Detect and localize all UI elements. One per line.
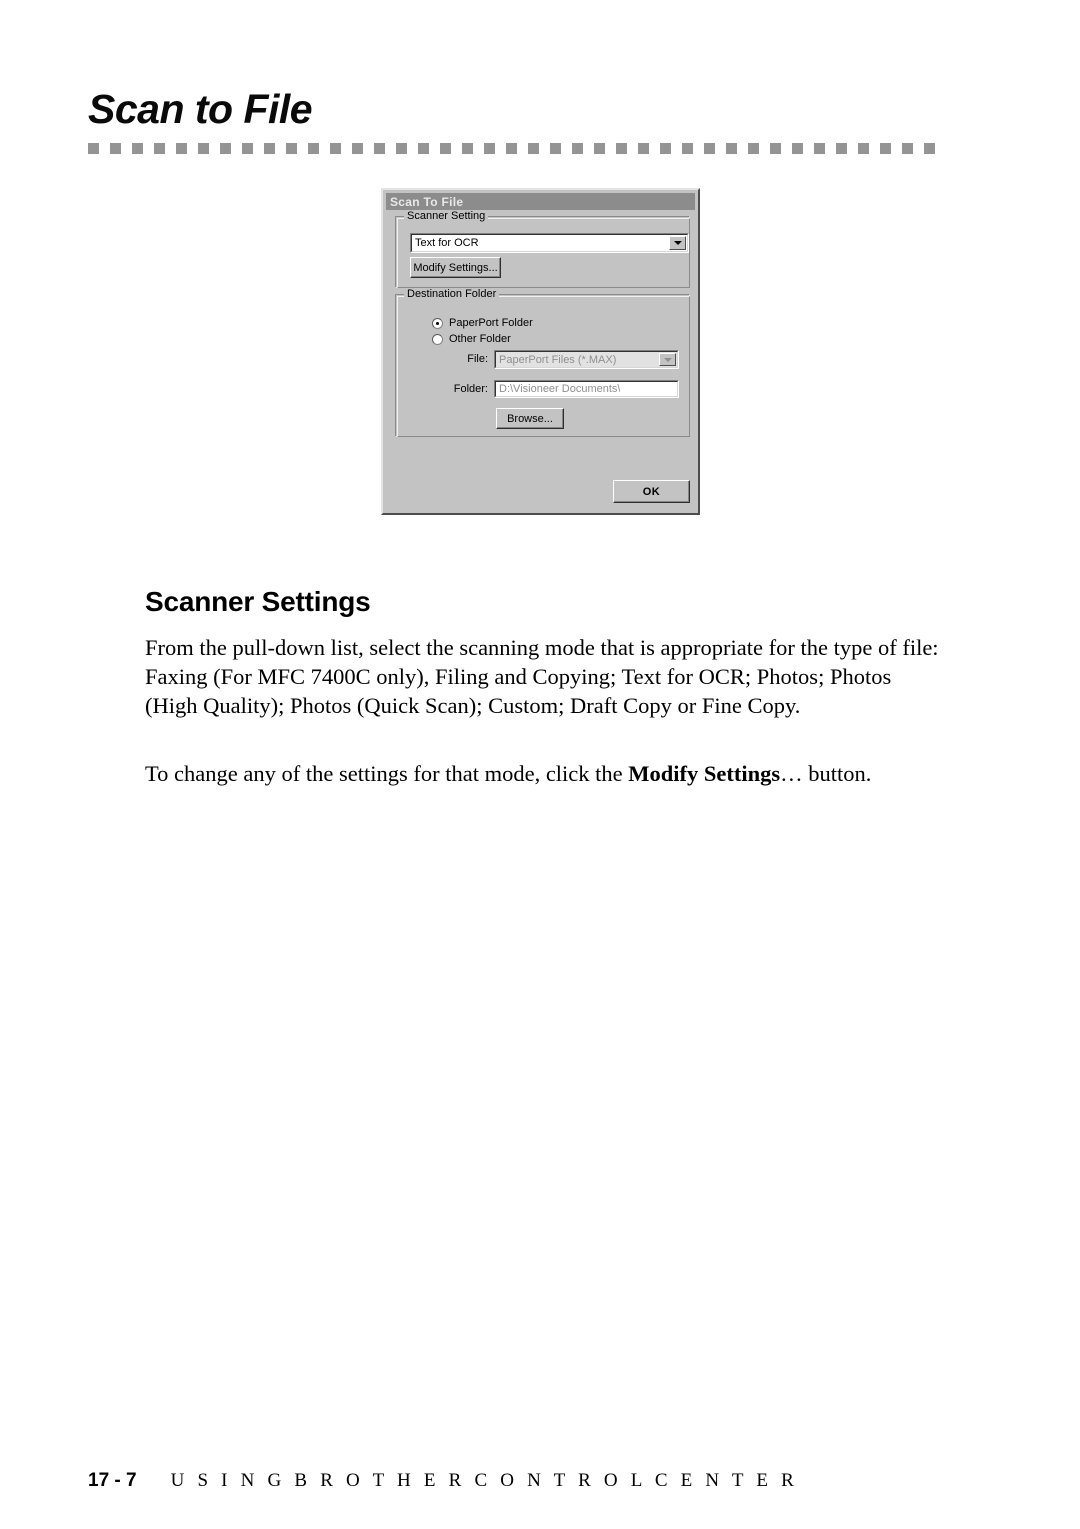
scan-to-file-dialog-screenshot: Scan To File Scanner Setting Text for OC… bbox=[381, 188, 700, 515]
folder-path-value: D:\Visioneer Documents\ bbox=[499, 383, 621, 395]
para2-tail-text: … button. bbox=[780, 760, 872, 786]
radio-other-folder[interactable]: Other Folder bbox=[432, 333, 511, 345]
paragraph-scanning-modes: From the pull-down list, select the scan… bbox=[145, 634, 939, 718]
scanner-setting-group-label: Scanner Setting bbox=[404, 210, 489, 222]
destination-folder-group-label: Destination Folder bbox=[404, 288, 500, 300]
paragraph-modify-settings: To change any of the settings for that m… bbox=[145, 759, 945, 788]
scanner-mode-value: Text for OCR bbox=[415, 237, 479, 249]
footer-section-title: U S I N G B R O T H E R C O N T R O L C … bbox=[170, 1470, 798, 1491]
folder-field-label: Folder: bbox=[453, 383, 488, 395]
para2-bold-term: Modify Settings bbox=[628, 760, 781, 786]
page-footer: 17 - 7 U S I N G B R O T H E R C O N T R… bbox=[88, 1470, 798, 1492]
section-heading: Scanner Settings bbox=[145, 586, 371, 618]
browse-button[interactable]: Browse... bbox=[496, 408, 564, 429]
page-title: Scan to File bbox=[88, 86, 313, 132]
radio-selected-icon bbox=[432, 317, 443, 329]
radio-paperport-folder[interactable]: PaperPort Folder bbox=[432, 317, 533, 329]
radio-paperport-folder-label: PaperPort Folder bbox=[449, 317, 533, 329]
chevron-down-icon[interactable] bbox=[669, 236, 686, 250]
modify-settings-button[interactable]: Modify Settings... bbox=[410, 257, 501, 278]
file-type-value: PaperPort Files (*.MAX) bbox=[499, 353, 617, 366]
ok-button[interactable]: OK bbox=[613, 480, 690, 503]
chevron-down-icon[interactable] bbox=[659, 353, 676, 366]
radio-other-folder-label: Other Folder bbox=[449, 333, 511, 345]
scanner-setting-groupbox: Scanner Setting Text for OCR Modify Sett… bbox=[395, 210, 690, 288]
para2-lead-text: To change any of the settings for that m… bbox=[145, 760, 629, 786]
file-type-combobox[interactable]: PaperPort Files (*.MAX) bbox=[494, 350, 679, 369]
folder-path-input[interactable]: D:\Visioneer Documents\ bbox=[494, 380, 679, 398]
scanner-mode-combobox[interactable]: Text for OCR bbox=[410, 233, 689, 253]
dialog-title-text: Scan To File bbox=[390, 194, 464, 209]
radio-unselected-icon bbox=[432, 333, 443, 345]
destination-folder-groupbox: Destination Folder PaperPort Folder Othe… bbox=[395, 288, 690, 437]
title-divider-rule bbox=[88, 143, 936, 154]
file-field-label: File: bbox=[467, 353, 488, 365]
dialog-titlebar: Scan To File bbox=[386, 193, 695, 210]
footer-page-number: 17 - 7 bbox=[88, 1470, 137, 1491]
